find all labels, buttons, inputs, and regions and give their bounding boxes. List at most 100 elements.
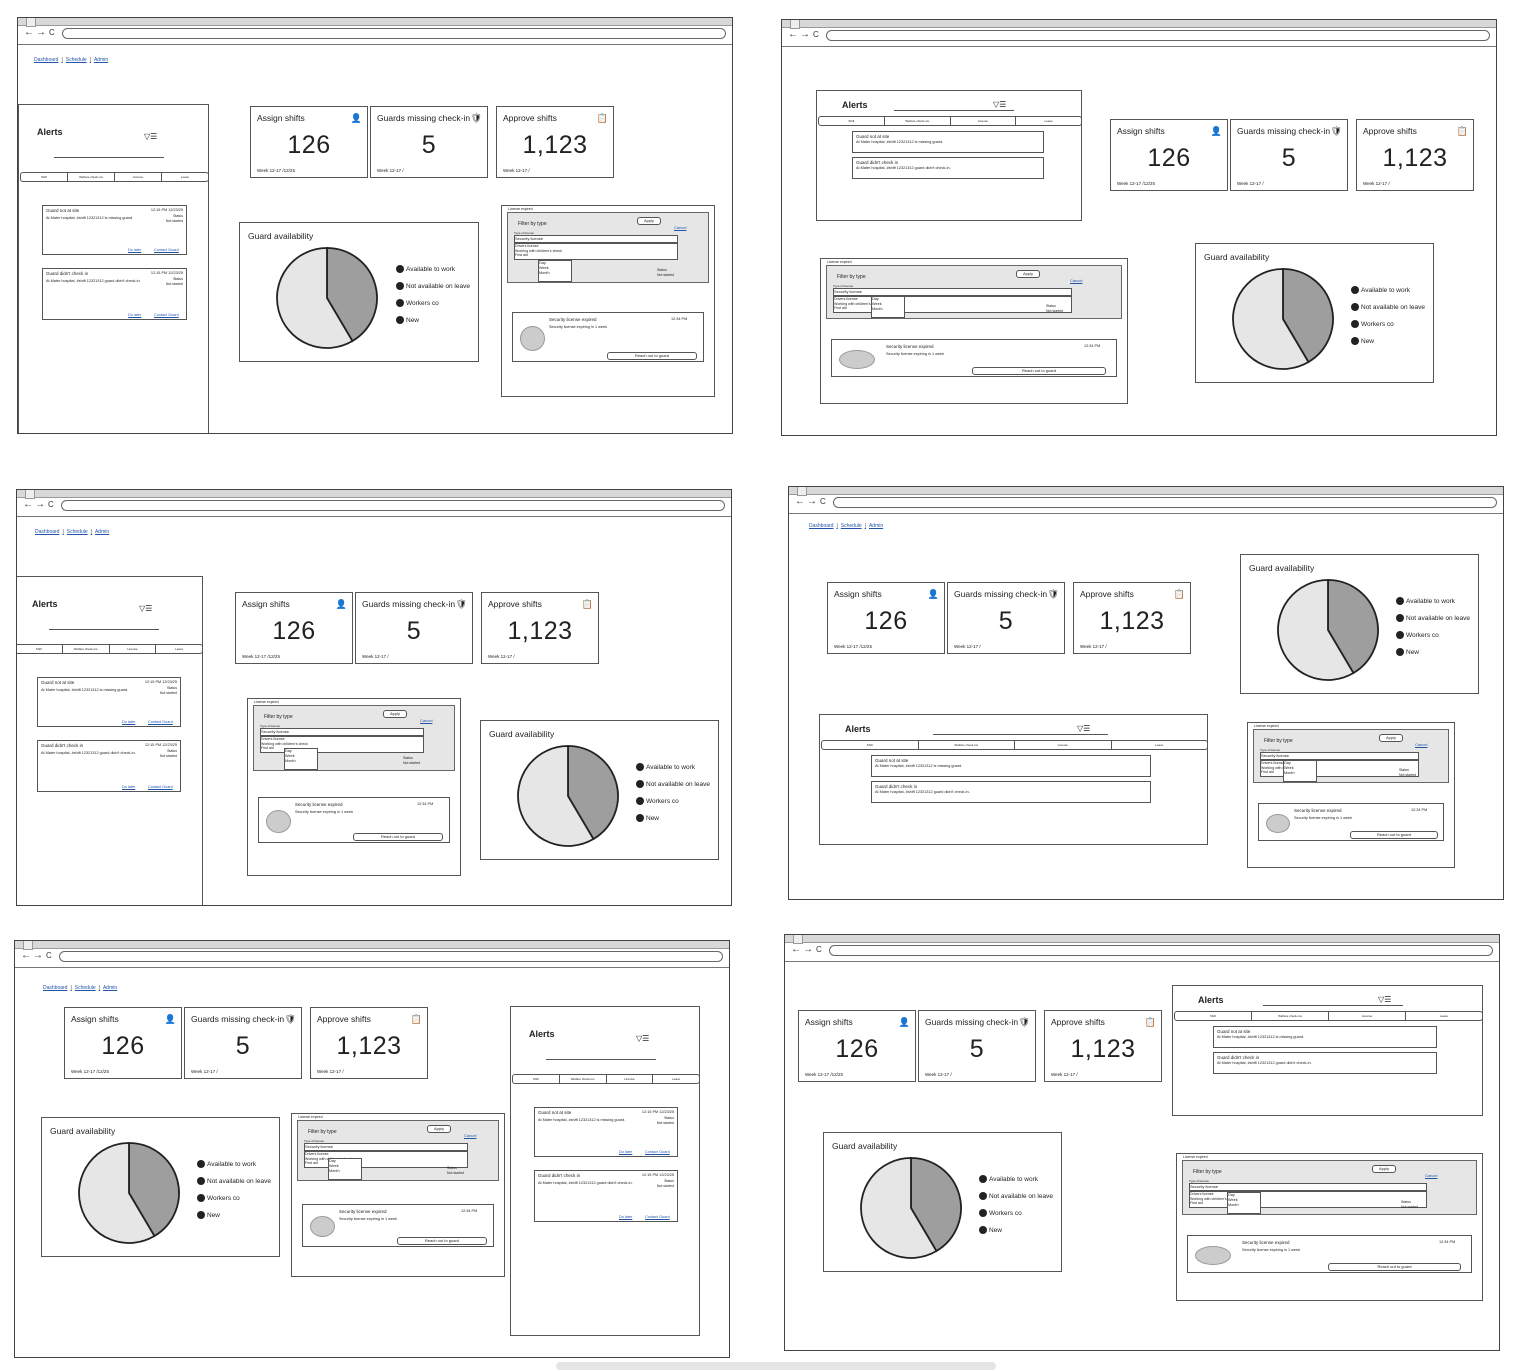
address-bar[interactable] <box>59 951 723 962</box>
alert-item[interactable]: Guard didn't check in At Mater hospital, … <box>871 781 1151 803</box>
back-arrow-icon[interactable]: ← <box>788 29 798 41</box>
approve-card[interactable]: Approve shifts 📋 1,123 Week 12-17 / <box>1044 1010 1162 1082</box>
cancel-link[interactable]: Cancel <box>674 225 686 230</box>
tab-welfare[interactable]: Welfare check-ins <box>919 741 1015 749</box>
assign-card[interactable]: Assign shifts 👤 126 Week 12-17 /12/25 <box>64 1007 182 1079</box>
alert-item[interactable]: Guard not at site At Mater hospital, #shi… <box>534 1107 678 1157</box>
missing-card[interactable]: Guards missing check-in 🛡 5 Week 12-17 / <box>918 1010 1036 1082</box>
do-later-link[interactable]: Do later <box>128 248 141 252</box>
alert-item[interactable]: Guard didn't check in At Mater hospital, … <box>534 1170 678 1222</box>
license-alert-card[interactable]: Security license expired Security license… <box>258 797 450 843</box>
apply-button[interactable]: Apply <box>1372 1165 1396 1173</box>
license-option[interactable]: First aid <box>515 253 677 258</box>
alert-item[interactable]: Guard not at site At Mater hospital, #shi… <box>871 755 1151 777</box>
do-later-link[interactable]: Do later <box>619 1150 632 1154</box>
tab-shift[interactable]: Shift <box>819 117 885 125</box>
period-option[interactable]: Month <box>329 1169 361 1174</box>
contact-guard-link[interactable]: Contact Guard <box>154 313 179 317</box>
license-type-select[interactable]: Security license <box>514 235 678 243</box>
filter-icon[interactable]: ▽☰ <box>636 1034 649 1043</box>
period-option[interactable]: Month <box>285 759 317 764</box>
license-type-select[interactable]: Security license <box>1260 752 1419 760</box>
back-arrow-icon[interactable]: ← <box>21 950 31 962</box>
reach-out-button[interactable]: Reach out to guard <box>1328 1263 1461 1271</box>
period-dropdown[interactable]: Day Week Month <box>1283 760 1317 782</box>
do-later-link[interactable]: Do later <box>122 720 135 724</box>
assign-card[interactable]: Assign shifts 👤 126 Week 12-17 /12/25 <box>235 592 353 664</box>
tab-leave[interactable]: Leave <box>162 173 208 181</box>
license-alert-card[interactable]: Security license expired Security license… <box>1258 803 1444 841</box>
reload-icon[interactable]: C <box>813 29 819 41</box>
license-alert-card[interactable]: Security license expired Security license… <box>1187 1235 1472 1273</box>
assign-card[interactable]: Assign shifts 👤 126 Week 12-17 /12/25 <box>798 1010 916 1082</box>
nav-admin-link[interactable]: Admin <box>94 57 108 63</box>
tab-license[interactable]: License <box>115 173 162 181</box>
nav-schedule-link[interactable]: Schedule <box>66 57 87 63</box>
contact-guard-link[interactable]: Contact Guard <box>148 720 173 724</box>
tab-license[interactable]: License <box>1329 1012 1406 1020</box>
apply-button[interactable]: Apply <box>1379 734 1403 742</box>
nav-admin-link[interactable]: Admin <box>95 529 109 535</box>
approve-card[interactable]: Approve shifts 📋 1,123 Week 12-17 / <box>481 592 599 664</box>
reach-out-button[interactable]: Reach out to guard <box>353 833 443 841</box>
tab-welfare[interactable]: Welfare check-ins <box>63 645 110 653</box>
period-option[interactable]: Month <box>1284 771 1316 776</box>
forward-arrow-icon[interactable]: → <box>803 944 813 956</box>
license-alert-card[interactable]: Security license expired Security license… <box>831 339 1117 377</box>
approve-card[interactable]: Approve shifts 📋 1,123 Week 12-17 / <box>1073 582 1191 654</box>
do-later-link[interactable]: Do later <box>619 1215 632 1219</box>
tab-leave[interactable]: Leave <box>653 1075 699 1083</box>
reload-icon[interactable]: C <box>816 944 822 956</box>
alert-item[interactable]: Guard not at site At Mater hospital, #shi… <box>42 205 187 255</box>
reload-icon[interactable]: C <box>48 499 54 511</box>
forward-arrow-icon[interactable]: → <box>800 29 810 41</box>
tab-shift[interactable]: Shift <box>513 1075 560 1083</box>
apply-button[interactable]: Apply <box>637 217 661 225</box>
license-type-select[interactable]: Security license <box>833 288 1072 296</box>
back-arrow-icon[interactable]: ← <box>795 496 805 508</box>
reach-out-button[interactable]: Reach out to guard <box>972 367 1106 375</box>
reach-out-button[interactable]: Reach out to guard <box>607 352 697 360</box>
reload-icon[interactable]: C <box>46 950 52 962</box>
nav-dashboard-link[interactable]: Dashboard <box>43 985 67 991</box>
license-type-select[interactable]: Security license <box>304 1143 468 1151</box>
reload-icon[interactable]: C <box>820 496 826 508</box>
tab-shift[interactable]: Shift <box>822 741 919 749</box>
search-underline[interactable] <box>894 110 1014 111</box>
license-type-select[interactable]: Security license <box>260 728 424 736</box>
missing-card[interactable]: Guards missing check-in 🛡 5 Week 12-17 / <box>184 1007 302 1079</box>
tab-welfare[interactable]: Welfare check-ins <box>885 117 951 125</box>
period-dropdown[interactable]: Day Week Month <box>328 1158 362 1180</box>
assign-card[interactable]: Assign shifts 👤 126 Week 12-17 /12/25 <box>827 582 945 654</box>
missing-card[interactable]: Guards missing check-in 🛡 5 Week 12-17 / <box>370 106 488 178</box>
reach-out-button[interactable]: Reach out to guard <box>397 1237 487 1245</box>
tab-license[interactable]: License <box>1015 741 1112 749</box>
search-underline[interactable] <box>54 157 164 158</box>
tab-welfare[interactable]: Welfare check-ins <box>68 173 115 181</box>
assign-card[interactable]: Assign shifts 👤 126 Week 12-17 /12/25 <box>250 106 368 178</box>
nav-schedule-link[interactable]: Schedule <box>67 529 88 535</box>
contact-guard-link[interactable]: Contact Guard <box>645 1215 670 1219</box>
filter-icon[interactable]: ▽☰ <box>144 132 157 141</box>
tab-license[interactable]: License <box>607 1075 654 1083</box>
nav-dashboard-link[interactable]: Dashboard <box>35 529 59 535</box>
forward-arrow-icon[interactable]: → <box>35 499 45 511</box>
filter-icon[interactable]: ▽☰ <box>1378 995 1391 1004</box>
approve-card[interactable]: Approve shifts 📋 1,123 Week 12-17 / <box>1356 119 1474 191</box>
tab-welfare[interactable]: Welfare check-ins <box>1252 1012 1329 1020</box>
forward-arrow-icon[interactable]: → <box>36 27 46 39</box>
address-bar[interactable] <box>62 28 726 39</box>
contact-guard-link[interactable]: Contact Guard <box>148 785 173 789</box>
do-later-link[interactable]: Do later <box>128 313 141 317</box>
do-later-link[interactable]: Do later <box>122 785 135 789</box>
period-option[interactable]: Month <box>872 307 904 312</box>
license-option[interactable]: First aid <box>1190 1201 1426 1206</box>
approve-card[interactable]: Approve shifts 📋 1,123 Week 12-17 / <box>310 1007 428 1079</box>
tab-welfare[interactable]: Welfare check-ins <box>560 1075 607 1083</box>
approve-card[interactable]: Approve shifts 📋 1,123 Week 12-17 / <box>496 106 614 178</box>
filter-icon[interactable]: ▽☰ <box>139 604 152 613</box>
address-bar[interactable] <box>826 30 1490 41</box>
license-type-select[interactable]: Security license <box>1189 1183 1427 1191</box>
alert-item[interactable]: Guard not at site At Mater hospital, #shi… <box>852 131 1044 153</box>
tab-shift[interactable]: Shift <box>17 645 63 653</box>
